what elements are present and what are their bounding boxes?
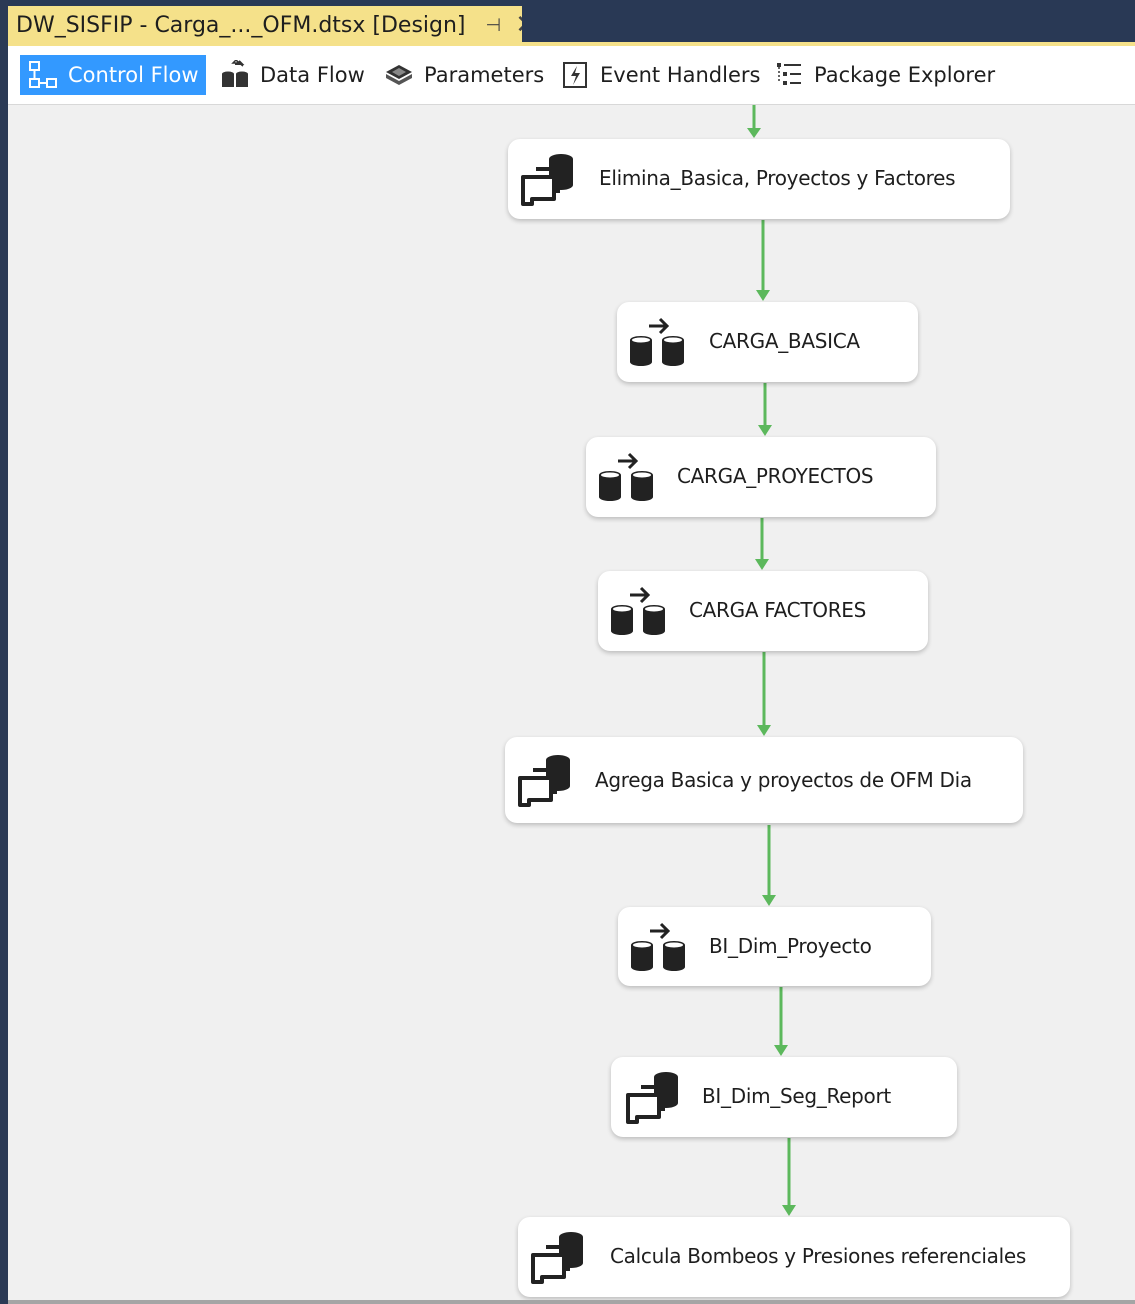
task-carga-basica[interactable]: CARGA_BASICA xyxy=(617,302,918,382)
tab-control-flow[interactable]: Control Flow xyxy=(20,55,206,95)
task-carga-proyectos[interactable]: CARGA_PROYECTOS xyxy=(586,437,936,517)
tab-parameters[interactable]: Parameters xyxy=(374,55,552,95)
window-left-edge xyxy=(0,0,8,1304)
tab-data-flow-label: Data Flow xyxy=(260,63,365,87)
task-carga-factores[interactable]: CARGA FACTORES xyxy=(598,571,928,651)
task-label: CARGA FACTORES xyxy=(689,598,867,622)
tab-event-handlers-label: Event Handlers xyxy=(600,63,761,87)
data-flow-task-icon xyxy=(608,585,670,637)
data-flow-task-icon xyxy=(628,921,690,973)
task-bi-dim-seg-report[interactable]: BI_Dim_Seg_Report xyxy=(611,1057,957,1137)
task-label: Calcula Bombeos y Presiones referenciale… xyxy=(610,1244,1027,1268)
execute-sql-task-icon xyxy=(518,151,578,207)
parameters-icon xyxy=(382,60,416,90)
bottom-border xyxy=(8,1300,1135,1304)
tab-data-flow[interactable]: Data Flow xyxy=(210,55,373,95)
task-label: CARGA_BASICA xyxy=(709,329,860,353)
task-bi-dim-proyecto[interactable]: BI_Dim_Proyecto xyxy=(618,907,931,986)
control-flow-canvas[interactable] xyxy=(8,105,1135,1304)
task-label: Agrega Basica y proyectos de OFM Dia xyxy=(595,768,972,792)
task-calcula-bombeos[interactable]: Calcula Bombeos y Presiones referenciale… xyxy=(518,1217,1070,1297)
control-flow-icon xyxy=(28,60,60,90)
tab-control-flow-label: Control Flow xyxy=(68,63,199,87)
execute-sql-task-icon xyxy=(515,752,575,808)
document-tab[interactable]: DW_SISFIP - Carga_..._OFM.dtsx [Design] … xyxy=(8,6,537,44)
data-flow-icon xyxy=(218,60,252,90)
ssis-designer-window: DW_SISFIP - Carga_..._OFM.dtsx [Design] … xyxy=(0,0,1135,1304)
task-label: BI_Dim_Proyecto xyxy=(709,934,872,958)
designer-tab-bar: Control Flow Data Flow Parameters Event … xyxy=(8,46,1135,105)
tab-event-handlers[interactable]: Event Handlers xyxy=(550,55,768,95)
task-label: Elimina_Basica, Proyectos y Factores xyxy=(599,166,956,190)
task-label: CARGA_PROYECTOS xyxy=(677,464,874,488)
tab-package-explorer-label: Package Explorer xyxy=(814,63,996,87)
task-label: BI_Dim_Seg_Report xyxy=(702,1084,891,1108)
task-agrega-basica[interactable]: Agrega Basica y proyectos de OFM Dia xyxy=(505,737,1023,823)
data-flow-task-icon xyxy=(627,316,689,368)
event-handlers-icon xyxy=(558,60,592,90)
document-tab-title: DW_SISFIP - Carga_..._OFM.dtsx [Design] xyxy=(16,12,466,38)
data-flow-task-icon xyxy=(596,451,658,503)
tab-parameters-label: Parameters xyxy=(424,63,545,87)
task-elimina-basica[interactable]: Elimina_Basica, Proyectos y Factores xyxy=(508,139,1010,219)
execute-sql-task-icon xyxy=(528,1229,588,1285)
pin-icon[interactable]: ⊣ xyxy=(486,15,502,36)
package-explorer-icon xyxy=(772,60,806,90)
execute-sql-task-icon xyxy=(623,1069,683,1125)
tab-strip xyxy=(522,6,1135,42)
tab-package-explorer[interactable]: Package Explorer xyxy=(764,55,1003,95)
